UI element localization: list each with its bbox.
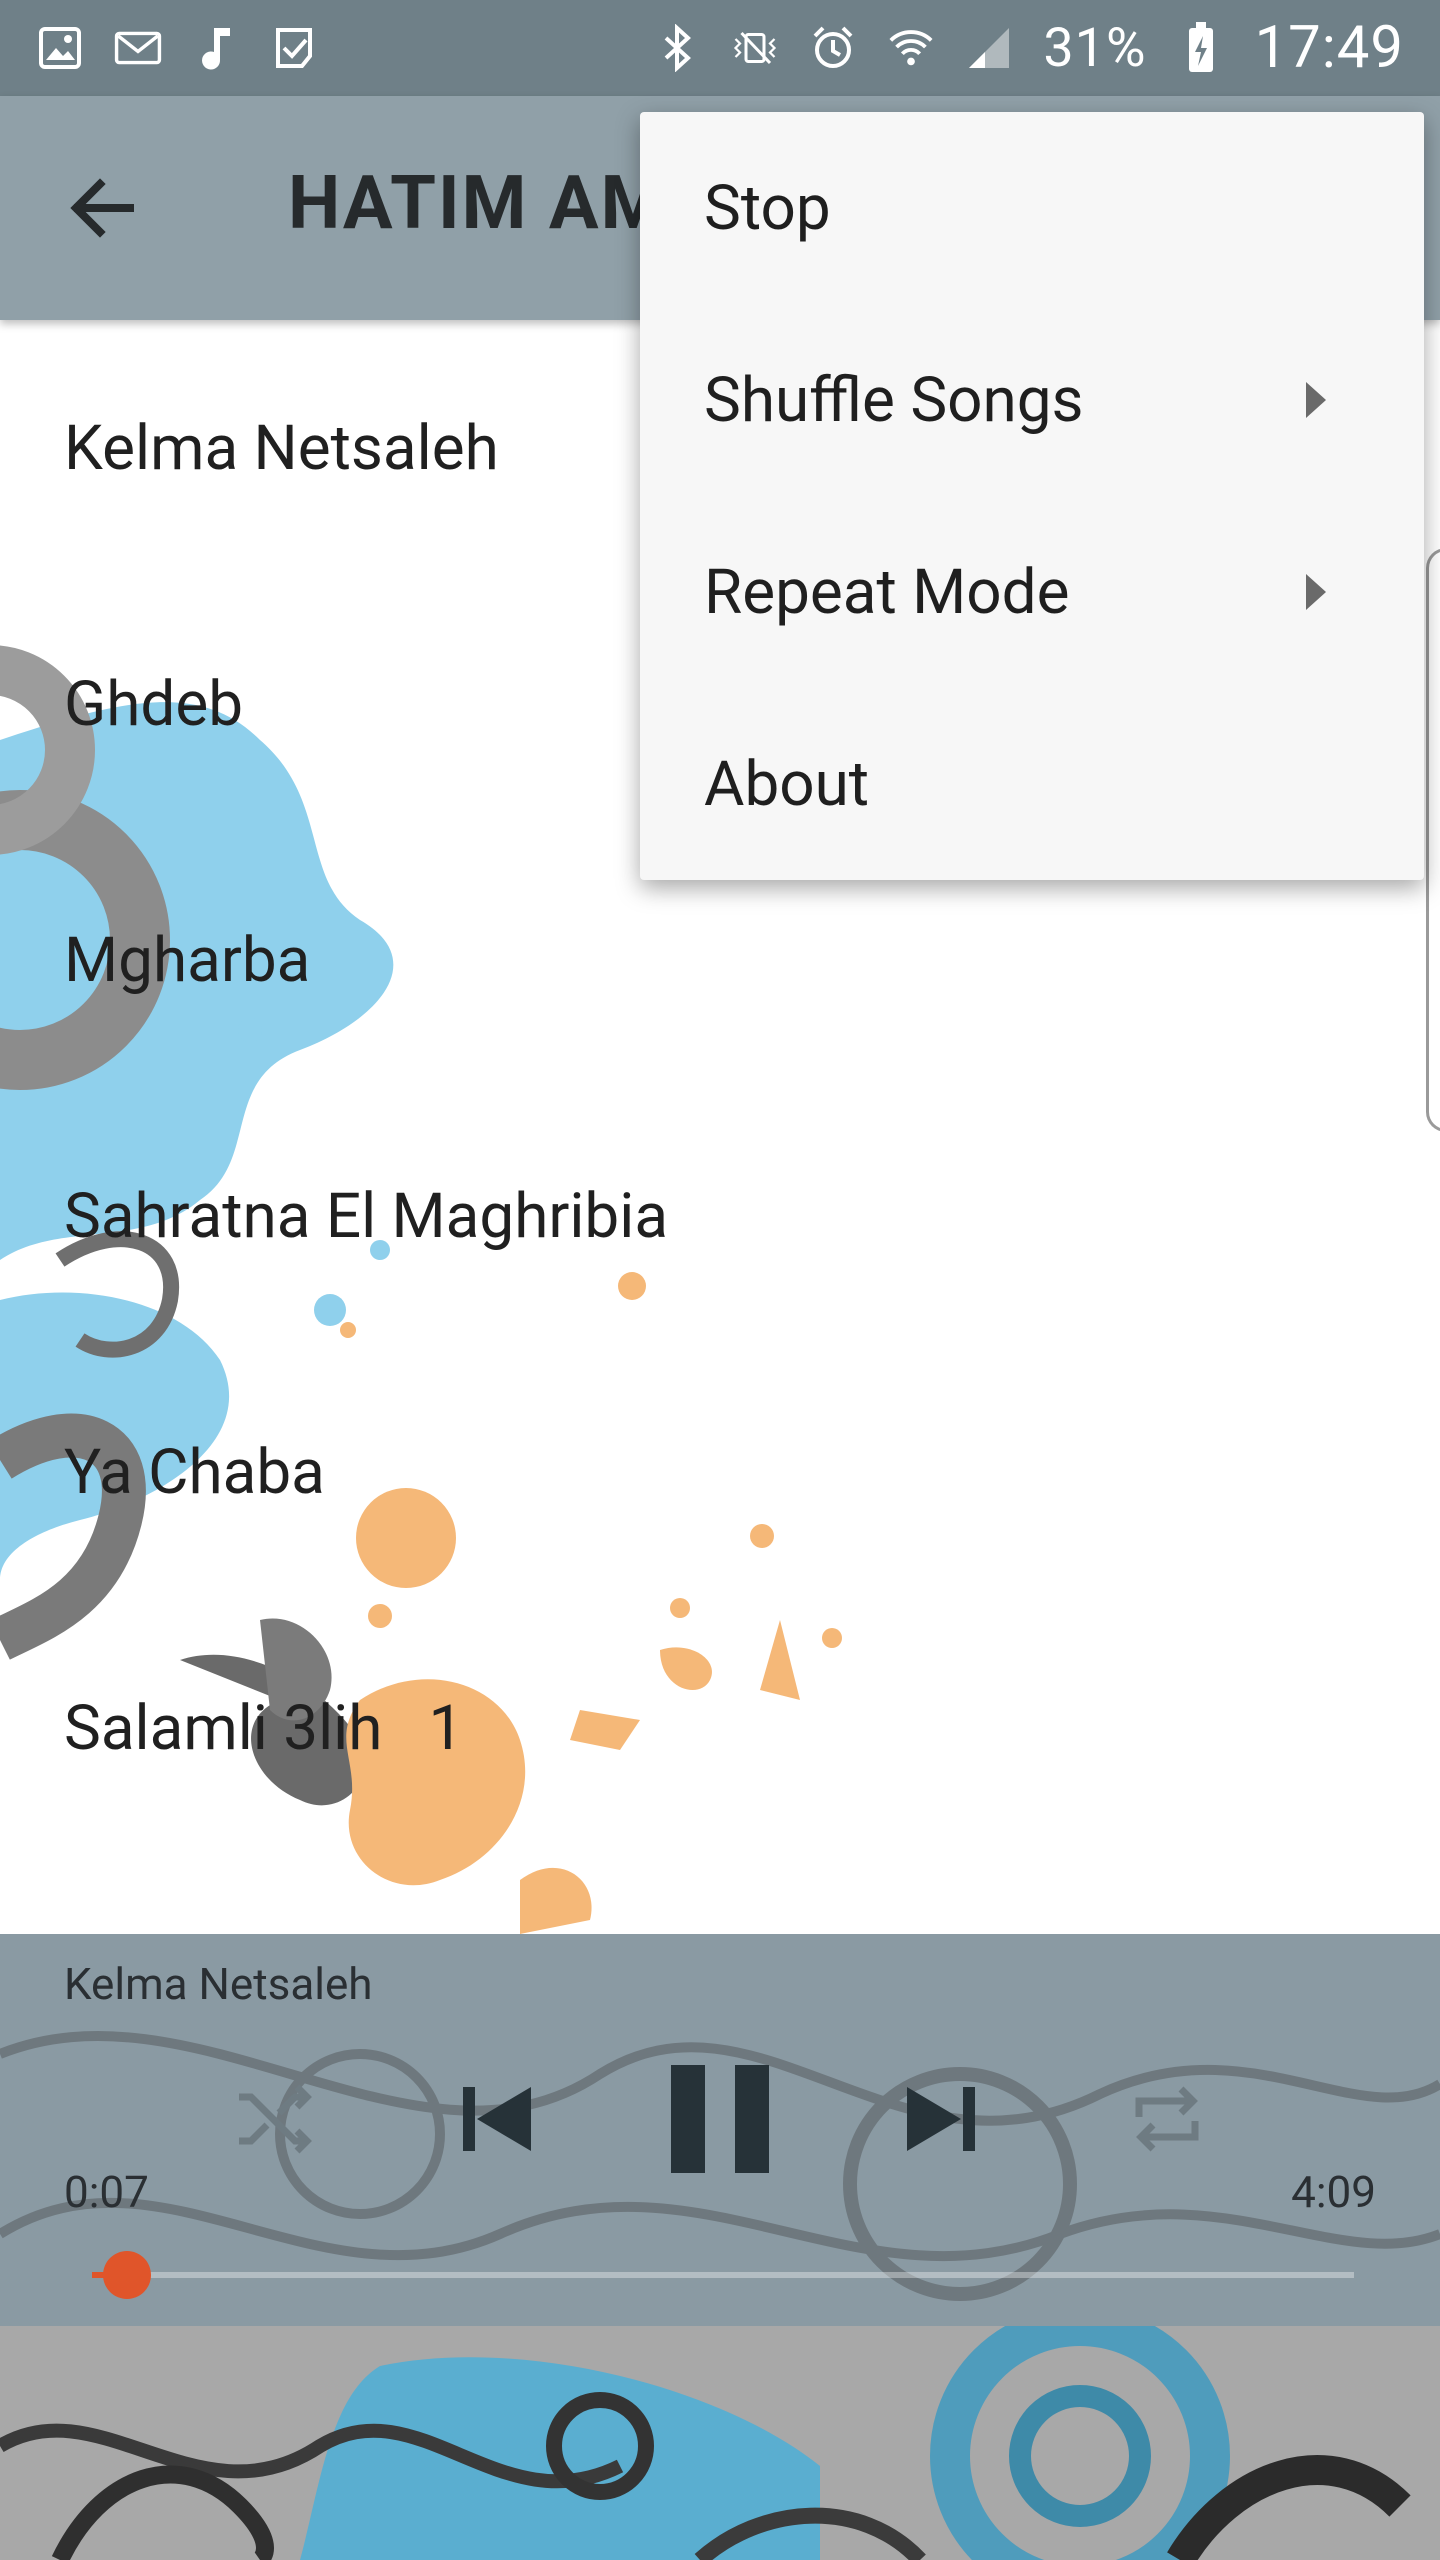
battery-percent: 31% [1043, 16, 1147, 80]
song-title: Ya Chaba [64, 1435, 325, 1509]
skip-previous-icon [463, 2087, 531, 2151]
signal-icon [965, 24, 1013, 72]
song-title: Kelma Netsaleh [64, 411, 499, 485]
gallery-icon [36, 24, 84, 72]
bottom-artwork-graphic [0, 2326, 1440, 2560]
pause-button[interactable] [655, 2054, 785, 2184]
skip-next-icon [907, 2087, 975, 2151]
back-button[interactable] [56, 160, 152, 256]
arrow-back-icon [70, 178, 134, 238]
song-title: Salamli 3lih 1 [64, 1691, 464, 1765]
player-panel: Kelma Netsaleh 0:07 4:09 [0, 1934, 1440, 2326]
menu-item-label: Shuffle Songs [704, 363, 1084, 437]
list-item[interactable]: Ya Chaba [0, 1344, 1440, 1600]
clock: 17:49 [1254, 14, 1404, 82]
list-item[interactable]: Salamli 3lih 1 [0, 1600, 1440, 1856]
previous-button[interactable] [430, 2054, 560, 2184]
shuffle-icon [239, 2084, 312, 2154]
pause-icon [671, 2065, 769, 2173]
menu-item-stop[interactable]: Stop [640, 112, 1424, 304]
alarm-icon [809, 24, 857, 72]
shuffle-button[interactable] [208, 2054, 338, 2184]
battery-charging-icon [1177, 22, 1225, 72]
now-playing-title: Kelma Netsaleh [64, 1958, 373, 2010]
gmail-icon [114, 24, 162, 72]
wifi-icon [887, 24, 935, 72]
menu-item-about[interactable]: About [640, 688, 1424, 880]
page-title: HATIM AM [288, 160, 668, 247]
vibrate-icon [731, 24, 779, 72]
edge-panel-handle[interactable] [1426, 548, 1440, 1132]
repeat-icon [1135, 2086, 1199, 2152]
list-item[interactable]: Sahratna El Maghribia [0, 1088, 1440, 1344]
music-note-icon [192, 24, 240, 72]
menu-item-label: About [704, 747, 870, 821]
seek-bar[interactable] [92, 2251, 1354, 2299]
bottom-artwork [0, 2326, 1440, 2560]
song-title: Sahratna El Maghribia [64, 1179, 669, 1253]
status-bar-system: 31% 17:49 [653, 14, 1404, 82]
next-button[interactable] [878, 2054, 1008, 2184]
submenu-arrow-icon [1306, 382, 1326, 418]
status-bar: 31% 17:49 [0, 0, 1440, 96]
menu-item-repeat-mode[interactable]: Repeat Mode [640, 496, 1424, 688]
status-bar-notifications [36, 24, 318, 72]
submenu-arrow-icon [1306, 574, 1326, 610]
seek-bar-thumb[interactable] [103, 2251, 152, 2299]
menu-item-label: Repeat Mode [704, 555, 1070, 629]
total-time: 4:09 [1291, 2166, 1376, 2218]
menu-item-shuffle-songs[interactable]: Shuffle Songs [640, 304, 1424, 496]
song-title: Ghdeb [64, 667, 244, 741]
download-done-icon [270, 24, 318, 72]
song-title: Mgharba [64, 923, 311, 997]
bluetooth-icon [653, 24, 701, 72]
current-time: 0:07 [64, 2166, 149, 2218]
overflow-menu: Stop Shuffle Songs Repeat Mode About [640, 112, 1424, 880]
menu-item-label: Stop [704, 171, 831, 245]
repeat-button[interactable] [1102, 2054, 1232, 2184]
